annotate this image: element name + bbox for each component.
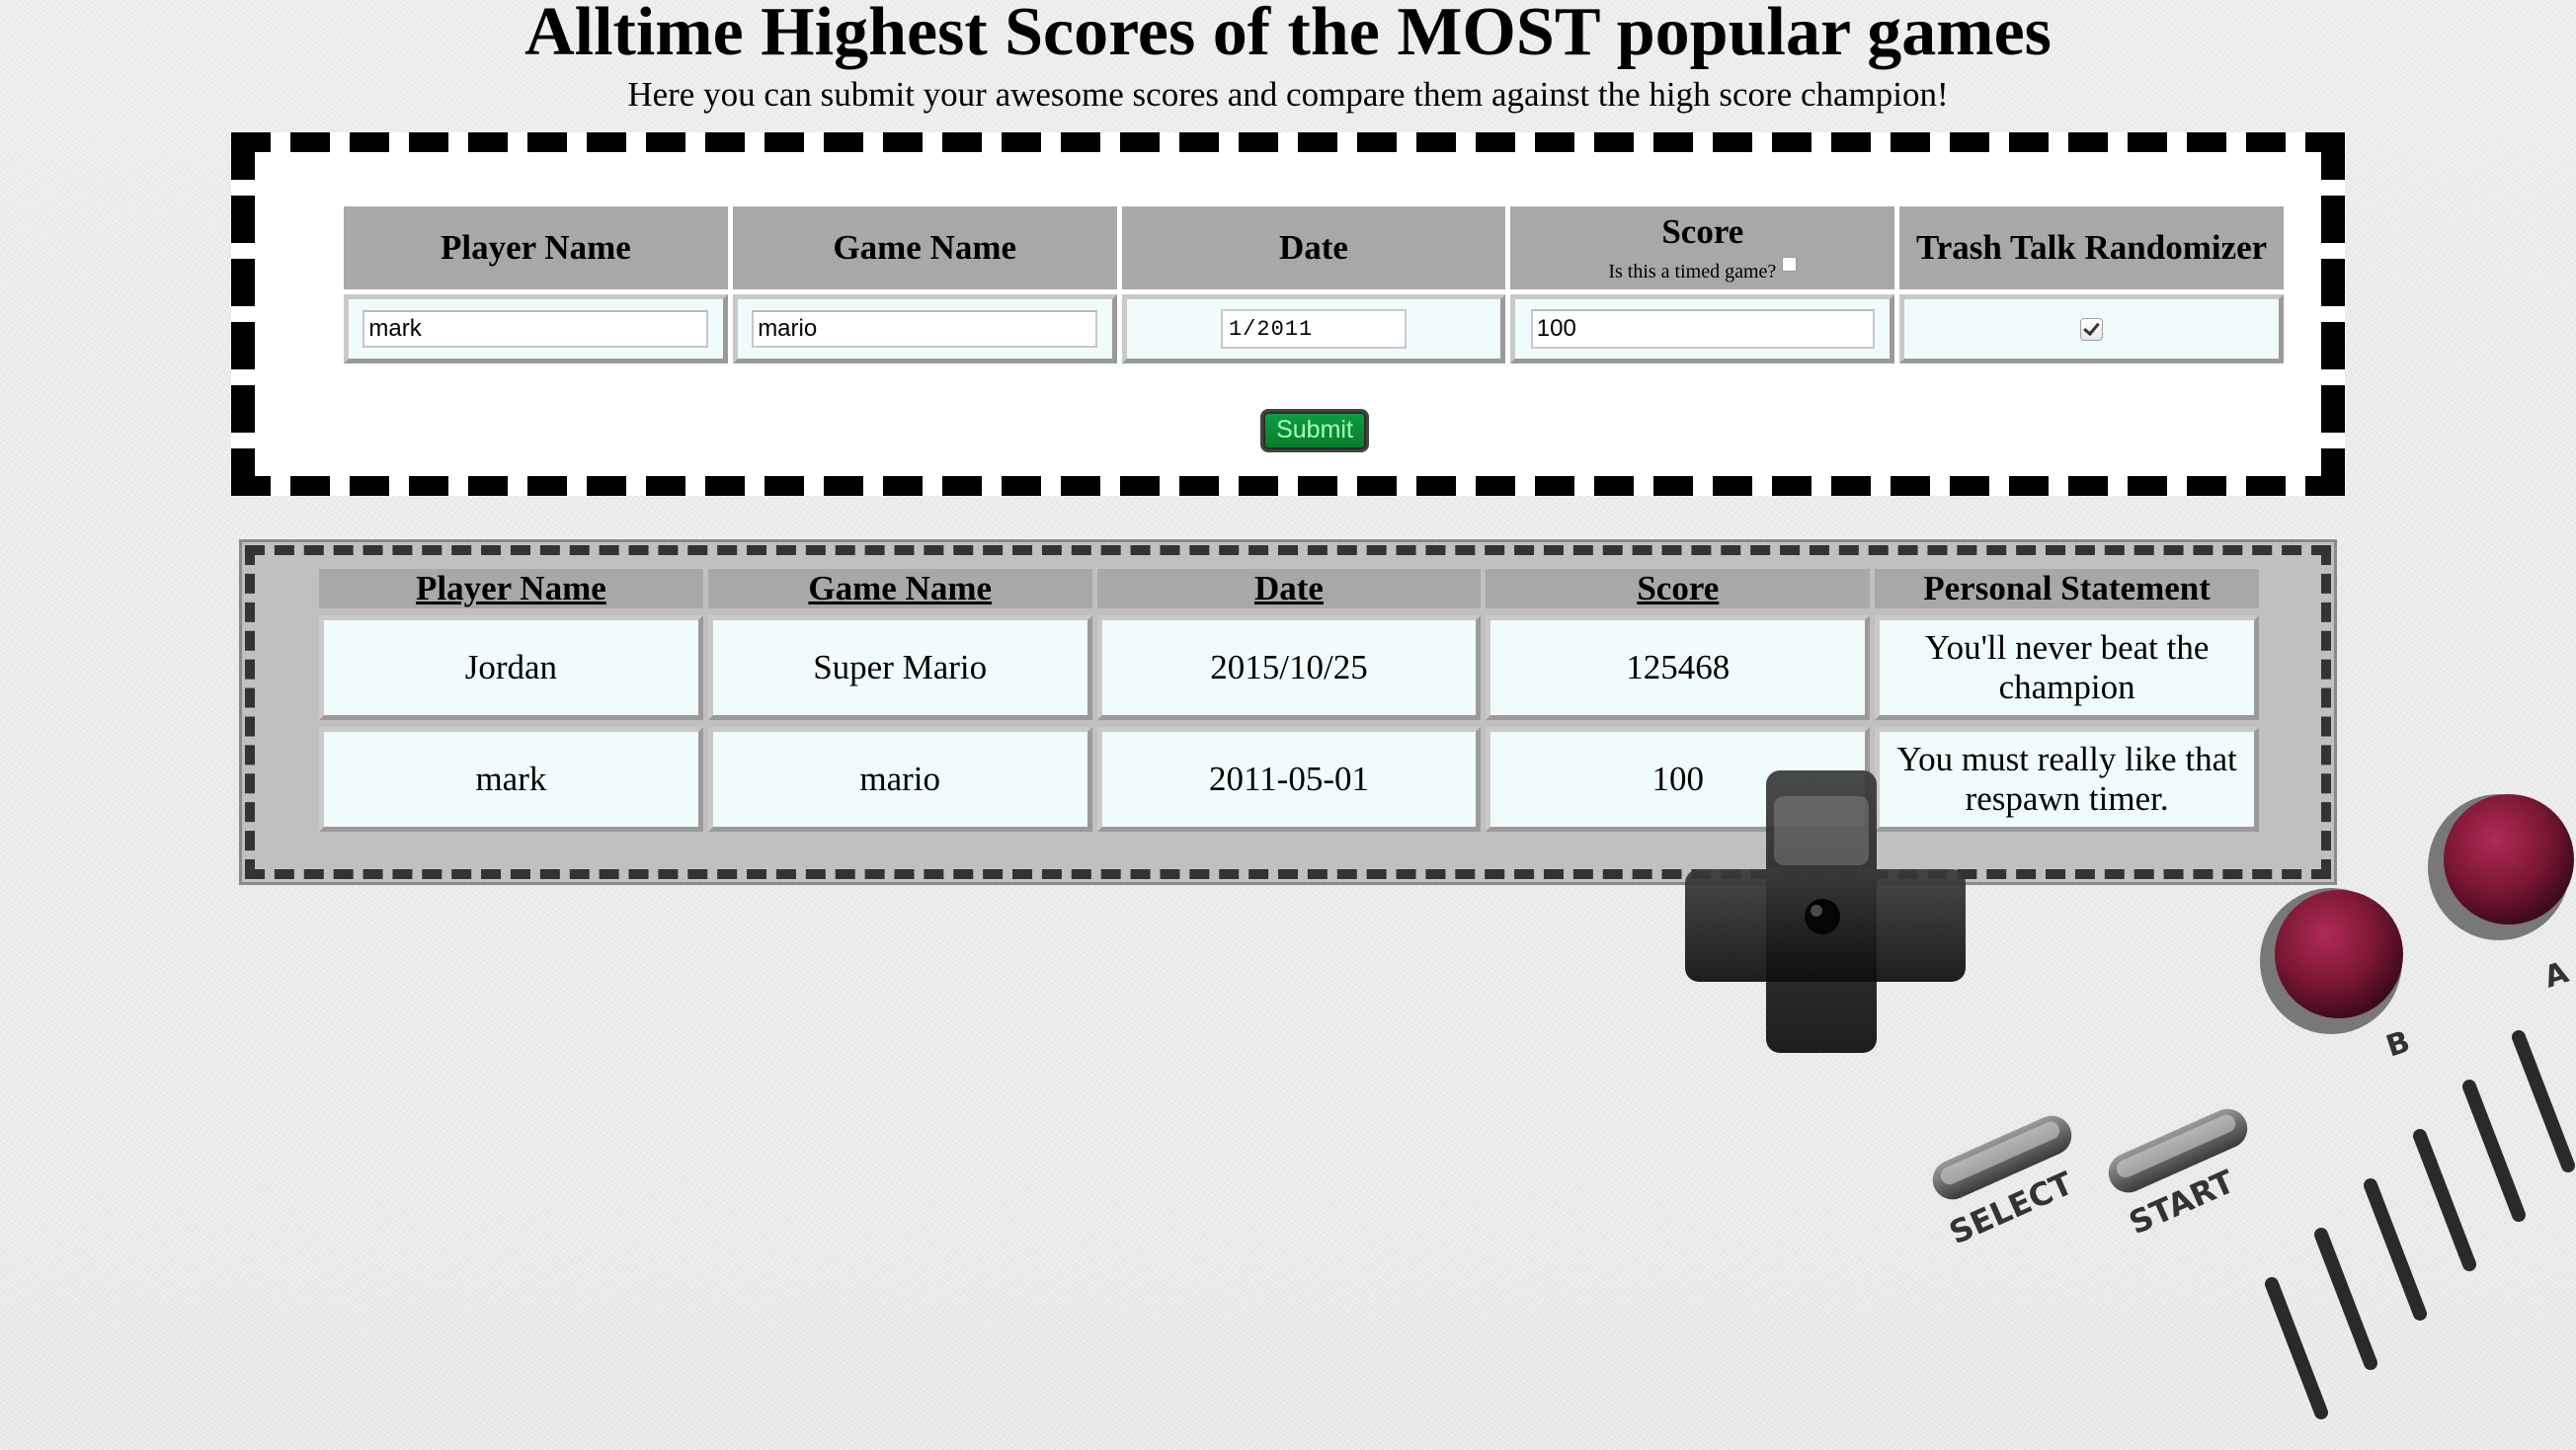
sort-game-name-label: Game Name: [808, 569, 993, 607]
speaker-grille-icon: [2265, 1030, 2575, 1419]
sort-by-date[interactable]: Date: [1096, 569, 1482, 608]
submit-button[interactable]: Submit: [1260, 409, 1369, 452]
row-statement: You'll never beat the champion: [1875, 615, 2259, 720]
a-button-label: A: [2540, 955, 2574, 996]
score-input[interactable]: [1530, 309, 1875, 349]
score-submit-form: Player Name Game Name Date Score Is this…: [231, 132, 2345, 496]
row-score: 125468: [1486, 615, 1871, 720]
b-button-icon: B: [2260, 888, 2414, 1065]
trash-talk-checkbox[interactable]: [2080, 317, 2104, 341]
sort-date-label: Date: [1254, 569, 1324, 607]
score-cell: [1510, 294, 1895, 363]
form-header-score: Score Is this a timed game?: [1510, 206, 1895, 289]
timed-game-note: Is this a timed game?: [1510, 257, 1894, 282]
table-row: Jordan Super Mario 2015/10/25 125468 You…: [319, 615, 2259, 720]
start-button-icon: START: [2108, 1108, 2248, 1242]
a-button-icon: A: [2428, 794, 2574, 996]
row-player-name: Jordan: [319, 615, 703, 720]
sort-by-player-name[interactable]: Player Name: [319, 569, 703, 608]
dpad-icon: [1685, 770, 1966, 1053]
page-title: Alltime Highest Scores of the MOST popul…: [524, 0, 2052, 70]
timed-game-checkbox[interactable]: [1782, 257, 1798, 272]
gameboy-background-art: B A SELECT START: [1685, 770, 2575, 1419]
player-name-input[interactable]: [362, 310, 709, 348]
sort-score-label: Score: [1637, 569, 1720, 607]
sort-by-score[interactable]: Score: [1486, 569, 1871, 608]
sort-by-game-name[interactable]: Game Name: [707, 569, 1092, 608]
trash-talk-cell: [1899, 294, 2284, 363]
personal-statement-header: Personal Statement: [1875, 569, 2259, 608]
date-input[interactable]: [1220, 309, 1407, 349]
sort-player-name-label: Player Name: [416, 569, 606, 607]
form-header-score-label: Score: [1661, 212, 1744, 251]
form-header-player-name: Player Name: [344, 206, 728, 289]
row-date: 2011-05-01: [1096, 727, 1482, 832]
timed-game-label: Is this a timed game?: [1608, 261, 1777, 282]
submit-form-table: Player Name Game Name Date Score Is this…: [339, 201, 2289, 368]
select-button-icon: SELECT: [1932, 1115, 2078, 1251]
game-name-cell: [732, 294, 1117, 363]
game-name-input[interactable]: [752, 310, 1098, 348]
row-player-name: mark: [319, 727, 703, 832]
page-subtitle: Here you can submit your awesome scores …: [627, 75, 1949, 114]
form-header-game-name: Game Name: [732, 206, 1117, 289]
b-button-label: B: [2382, 1024, 2415, 1064]
row-date: 2015/10/25: [1096, 615, 1482, 720]
personal-statement-label: Personal Statement: [1923, 569, 2211, 607]
row-game-name: Super Mario: [707, 615, 1092, 720]
form-header-trash-talk: Trash Talk Randomizer: [1899, 206, 2284, 289]
player-name-cell: [344, 294, 728, 363]
date-cell: [1121, 294, 1506, 363]
row-game-name: mario: [707, 727, 1092, 832]
form-header-date: Date: [1121, 206, 1506, 289]
